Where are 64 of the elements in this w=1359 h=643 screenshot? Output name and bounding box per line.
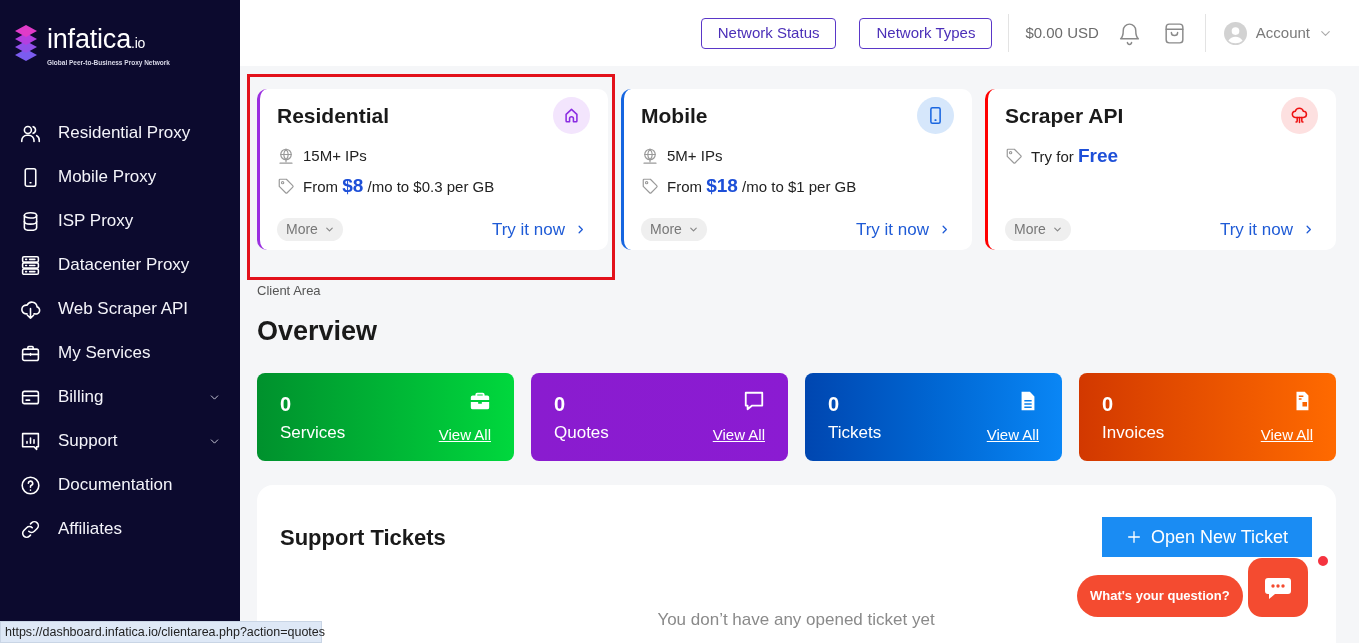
sidebar-item[interactable]: Support [0, 419, 240, 463]
network-types-button[interactable]: Network Types [859, 17, 993, 49]
card-title: Mobile [641, 102, 708, 129]
more-button[interactable]: More [277, 217, 343, 241]
view-all-link[interactable]: View All [712, 426, 765, 444]
breadcrumb: Client Area [257, 283, 322, 299]
phone-icon [917, 97, 954, 134]
logo-wordmark: infatica.io [47, 27, 147, 55]
tag-icon [1005, 147, 1023, 165]
globe-icon [277, 147, 295, 165]
stat-label: Invoices [1102, 422, 1165, 444]
stat-label: Tickets [828, 422, 882, 444]
chat-bubble-icon [1262, 575, 1293, 600]
tag-icon [641, 177, 659, 195]
card-title: Scraper API [1005, 102, 1124, 129]
sidebar-item[interactable]: Affiliates [0, 507, 240, 551]
view-all-link[interactable]: View All [986, 426, 1039, 444]
chat-prompt-bubble[interactable]: What's your question? [1077, 574, 1243, 617]
stat-label: Quotes [554, 422, 609, 444]
cart-balance: $0.00 USD [1025, 22, 1099, 43]
server-icon [20, 254, 41, 276]
sidebar-item[interactable]: Web Scraper API [0, 287, 240, 331]
logo-icon [14, 25, 38, 61]
avatar-icon [1223, 21, 1247, 45]
stat-count: 0 [280, 392, 293, 416]
globe-icon [641, 147, 659, 165]
try-it-now-link[interactable]: Try it now [491, 216, 586, 242]
more-button[interactable]: More [1005, 217, 1071, 241]
sidebar-item[interactable]: Residential Proxy [0, 111, 240, 155]
feature-text: 5M+ IPs [667, 145, 723, 166]
speech-bubble-icon [743, 390, 765, 412]
cloud-icon [1281, 97, 1318, 134]
chart-icon [20, 430, 41, 452]
network-status-button[interactable]: Network Status [700, 17, 837, 49]
house-icon [553, 97, 590, 134]
card-title: Residential [277, 102, 390, 129]
question-icon [20, 474, 41, 496]
stat-count: 0 [554, 392, 567, 416]
briefcase-icon [469, 390, 491, 412]
try-it-now-link[interactable]: Try it now [855, 216, 950, 242]
feature-text: 15M+ IPs [303, 145, 367, 166]
feature-text: From $18 /mo to $1 per GB [667, 173, 857, 198]
open-new-ticket-button[interactable]: Open New Ticket [1102, 517, 1312, 557]
sidebar-item[interactable]: Mobile Proxy [0, 155, 240, 199]
chat-button[interactable] [1247, 558, 1308, 617]
stat-label: Services [280, 422, 346, 444]
try-it-now-link[interactable]: Try it now [1219, 216, 1314, 242]
sidebar-item[interactable]: Billing [0, 375, 240, 419]
sidebar-item[interactable]: My Services [0, 331, 240, 375]
more-button[interactable]: More [641, 217, 707, 241]
plus-icon [1125, 529, 1142, 545]
link-icon [20, 518, 41, 540]
cloud-download-icon [20, 298, 41, 320]
tag-icon [277, 177, 295, 195]
account-menu[interactable]: Account [1223, 21, 1333, 45]
stat-count: 0 [1102, 392, 1115, 416]
feature-text: Try for Free [1031, 143, 1119, 168]
stat-count: 0 [828, 392, 841, 416]
page-heading: Overview [257, 315, 379, 347]
sidebar-item[interactable]: Documentation [0, 463, 240, 507]
feature-text: From $8 /mo to $0.3 per GB [303, 173, 495, 198]
sidebar-item[interactable]: ISP Proxy [0, 199, 240, 243]
sidebar-item[interactable]: Datacenter Proxy [0, 243, 240, 287]
section-title: Support Tickets [280, 523, 446, 552]
